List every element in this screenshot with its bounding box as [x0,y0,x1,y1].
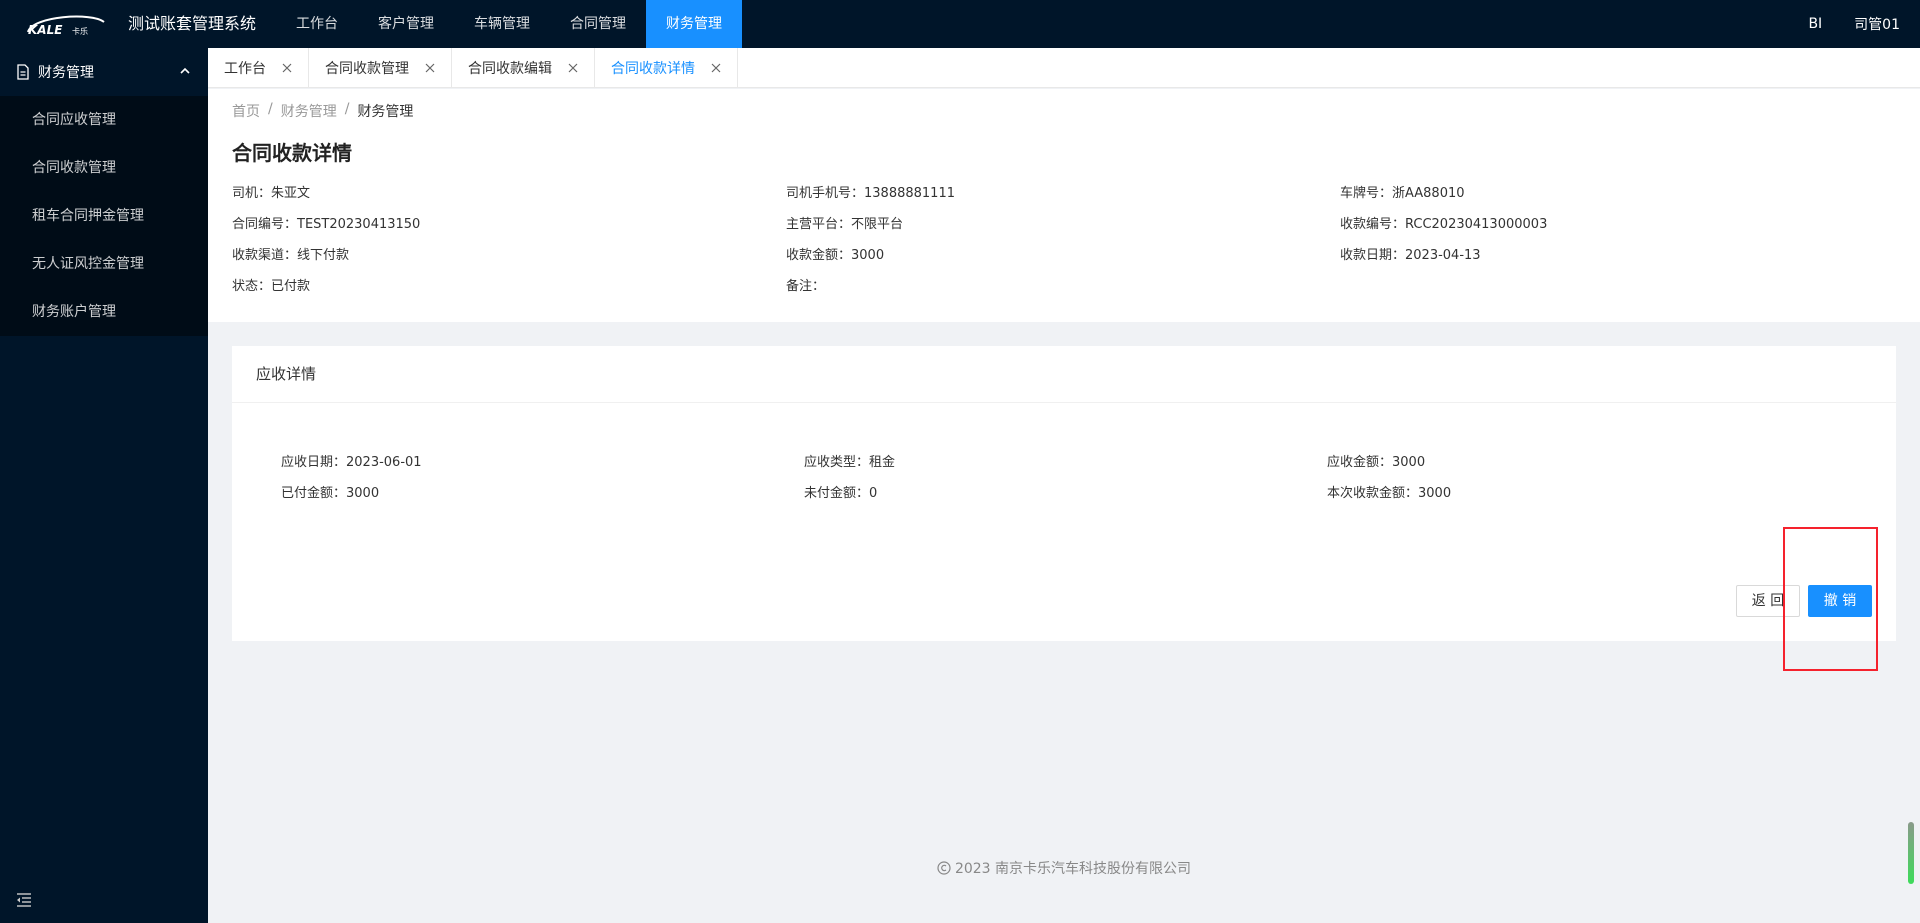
collection-info: 司机：朱亚文 司机手机号：13888881111 车牌号：浙AA88010 合同… [232,185,1892,296]
info-empty [1340,278,1892,296]
close-icon[interactable] [425,63,435,73]
receivable-amount: 应收金额：3000 [1327,455,1426,470]
top-nav: 工作台 客户管理 车辆管理 合同管理 财务管理 [276,0,742,48]
breadcrumb-home[interactable]: 首页 [232,101,260,121]
paid-amount: 已付金额：3000 [281,486,380,501]
card-title: 应收详情 [232,346,1896,403]
document-icon [17,64,29,80]
breadcrumb-separator: / [268,101,273,117]
unpaid-amount: 未付金额：0 [804,486,878,501]
topnav-workbench[interactable]: 工作台 [276,0,358,48]
sidebar-item-finance-account[interactable]: 财务账户管理 [0,288,208,336]
info-driver: 司机：朱亚文 [232,186,311,201]
copyright-icon [937,861,951,875]
sidebar-submenu: 合同应收管理 合同收款管理 租车合同押金管理 无人证风控金管理 财务账户管理 [0,96,208,336]
sidebar-item-rental-deposit[interactable]: 租车合同押金管理 [0,192,208,240]
page-header: 首页 / 财务管理 / 财务管理 合同收款详情 司机：朱亚文 司机手机号：138… [208,89,1920,322]
sidebar: 财务管理 合同应收管理 合同收款管理 租车合同押金管理 无人证风控金管理 财务账… [0,48,208,923]
top-right-area: BI 司管01 [1808,0,1900,48]
revoke-button[interactable]: 撤 销 [1808,585,1872,617]
breadcrumb-finance[interactable]: 财务管理 [281,101,337,121]
topnav-vehicles[interactable]: 车辆管理 [454,0,550,48]
tab-label: 合同收款详情 [611,61,695,77]
close-icon[interactable] [568,63,578,73]
tab-contract-collection-edit[interactable]: 合同收款编辑 [452,48,595,88]
close-icon[interactable] [711,63,721,73]
footer-text: 2023 南京卡乐汽车科技股份有限公司 [954,861,1192,877]
info-contract-no: 合同编号：TEST20230413150 [232,217,421,232]
kale-logo-icon: KALE 卡乐 [27,15,105,37]
page-tabs: 工作台 合同收款管理 合同收款编辑 合同收款详情 [208,48,1920,88]
breadcrumb-current: 财务管理 [357,104,414,120]
receivable-info: 应收日期：2023-06-01 应收类型：租金 应收金额：3000 已付金额：3… [281,454,1727,503]
page-title: 合同收款详情 [232,141,352,165]
chevron-up-icon [180,67,190,74]
tab-label: 工作台 [224,61,266,77]
menu-fold-icon[interactable] [16,893,32,907]
receivable-card: 应收详情 应收日期：2023-06-01 应收类型：租金 应收金额：3000 已… [232,346,1896,641]
info-driver-phone: 司机手机号：13888881111 [786,186,955,201]
info-remark: 备注： [786,279,826,294]
topnav-contracts[interactable]: 合同管理 [550,0,646,48]
breadcrumb: 首页 / 财务管理 / 财务管理 [232,101,413,121]
info-status: 状态：已付款 [232,279,311,294]
app-title: 测试账套管理系统 [128,14,257,33]
info-channel: 收款渠道：线下付款 [232,248,350,263]
sidebar-group-label: 财务管理 [38,65,94,81]
bi-link[interactable]: BI [1808,16,1822,32]
svg-text:卡乐: 卡乐 [72,26,88,36]
sidebar-item-contract-collection[interactable]: 合同收款管理 [0,144,208,192]
receivable-type: 应收类型：租金 [804,455,896,470]
tab-workbench[interactable]: 工作台 [208,48,309,88]
top-navbar: KALE 卡乐 测试账套管理系统 工作台 客户管理 车辆管理 合同管理 财务管理… [0,0,1920,48]
scroll-indicator[interactable] [1908,822,1914,884]
info-collection-no: 收款编号：RCC20230413000003 [1340,217,1548,232]
info-platform: 主营平台：不限平台 [786,217,904,232]
svg-text:KALE: KALE [28,23,63,37]
info-amount: 收款金额：3000 [786,248,885,263]
sidebar-item-contract-receivable[interactable]: 合同应收管理 [0,96,208,144]
info-plate: 车牌号：浙AA88010 [1340,186,1465,201]
back-button[interactable]: 返 回 [1736,585,1800,617]
tab-contract-collection[interactable]: 合同收款管理 [309,48,452,88]
user-menu[interactable]: 司管01 [1854,14,1900,34]
breadcrumb-separator: / [344,101,350,117]
sidebar-item-risk-deposit[interactable]: 无人证风控金管理 [0,240,208,288]
info-date: 收款日期：2023-04-13 [1340,248,1481,263]
footer: 2023 南京卡乐汽车科技股份有限公司 [208,858,1920,878]
tab-label: 合同收款编辑 [468,61,552,77]
receivable-date: 应收日期：2023-06-01 [281,455,422,470]
close-icon[interactable] [282,63,292,73]
tab-label: 合同收款管理 [325,61,409,77]
topnav-customers[interactable]: 客户管理 [358,0,454,48]
tab-contract-collection-detail[interactable]: 合同收款详情 [595,48,738,88]
topnav-finance[interactable]: 财务管理 [646,0,742,48]
sidebar-group-finance[interactable]: 财务管理 [0,48,208,96]
current-collection-amount: 本次收款金额：3000 [1327,486,1452,501]
